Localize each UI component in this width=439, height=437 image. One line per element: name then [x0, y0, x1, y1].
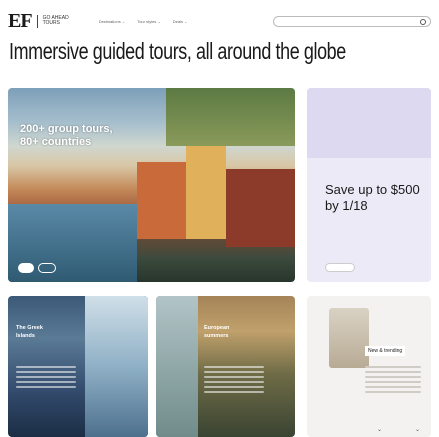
chevron-down-icon: ⌄ [184, 18, 188, 24]
main-nav: Destinations ⌄ Tour styles ⌄ Deals ⌄ [99, 19, 188, 24]
card-title-line1: European [204, 325, 230, 331]
card-description [365, 366, 421, 396]
banner-secondary-button[interactable] [38, 263, 56, 273]
chevron-down-icon: ⌄ [121, 18, 126, 24]
banner-headline-line1: 200+ group tours, [20, 123, 113, 135]
page-title: Immersive guided tours, all around the g… [9, 38, 346, 64]
card-description [16, 366, 76, 391]
banner-image-house [226, 169, 295, 248]
card-description [204, 366, 264, 396]
chevron-down-icon: ⌄ [157, 18, 161, 24]
sale-panel[interactable]: Save up to $500 by 1/18 [307, 88, 431, 282]
bird-icon: ⌄ [377, 427, 383, 433]
search-icon[interactable] [420, 18, 426, 25]
card-title-line2: Islands [16, 333, 35, 339]
sale-button[interactable] [325, 263, 355, 272]
sale-headline: Save up to $500 by 1/18 [325, 182, 420, 213]
banner-primary-button[interactable] [18, 263, 34, 273]
logo-mark: EF [8, 10, 33, 32]
banner-actions [18, 263, 56, 273]
logo-text: GO AHEAD TOURS [43, 16, 69, 26]
card-title: European summers [204, 324, 264, 340]
tour-card-european-summers[interactable]: European summers [156, 296, 295, 437]
tour-card-greek-islands[interactable]: The Greek Islands [8, 296, 148, 437]
logo[interactable]: EF GO AHEAD TOURS [8, 11, 69, 31]
nav-item-deals[interactable]: Deals ⌄ [173, 19, 188, 24]
logo-divider [36, 14, 38, 28]
site-header: EF GO AHEAD TOURS Destinations ⌄ Tour st… [8, 10, 431, 32]
card-image [156, 296, 198, 437]
nav-label: Destinations [98, 18, 121, 24]
nav-item-tour-styles[interactable]: Tour styles ⌄ [137, 19, 161, 24]
card-tag: New & trending [365, 346, 406, 356]
card-image [329, 308, 369, 368]
card-image [85, 296, 148, 437]
banner-image-house [185, 146, 227, 240]
nav-label: Tour styles [137, 18, 157, 24]
nav-label: Deals [172, 18, 184, 24]
bird-icon: ⌄ [415, 427, 421, 433]
sale-panel-image [307, 88, 431, 158]
tour-card-new-trending[interactable]: New & trending ⌄ ⌄ [307, 296, 431, 437]
nav-item-destinations[interactable]: Destinations ⌄ [99, 19, 126, 24]
card-title: The Greek Islands [16, 324, 76, 340]
logo-text-line2: TOURS [42, 20, 60, 26]
card-title-line2: summers [204, 333, 229, 339]
banner-image-house [137, 161, 189, 240]
hero-banner[interactable]: 200+ group tours, 80+ countries [8, 88, 295, 282]
card-title-line1: The Greek [16, 325, 43, 331]
search-input[interactable] [273, 16, 431, 27]
banner-headline: 200+ group tours, 80+ countries [20, 123, 140, 149]
banner-image-hillside [165, 88, 295, 147]
banner-headline-line2: 80+ countries [20, 136, 92, 148]
